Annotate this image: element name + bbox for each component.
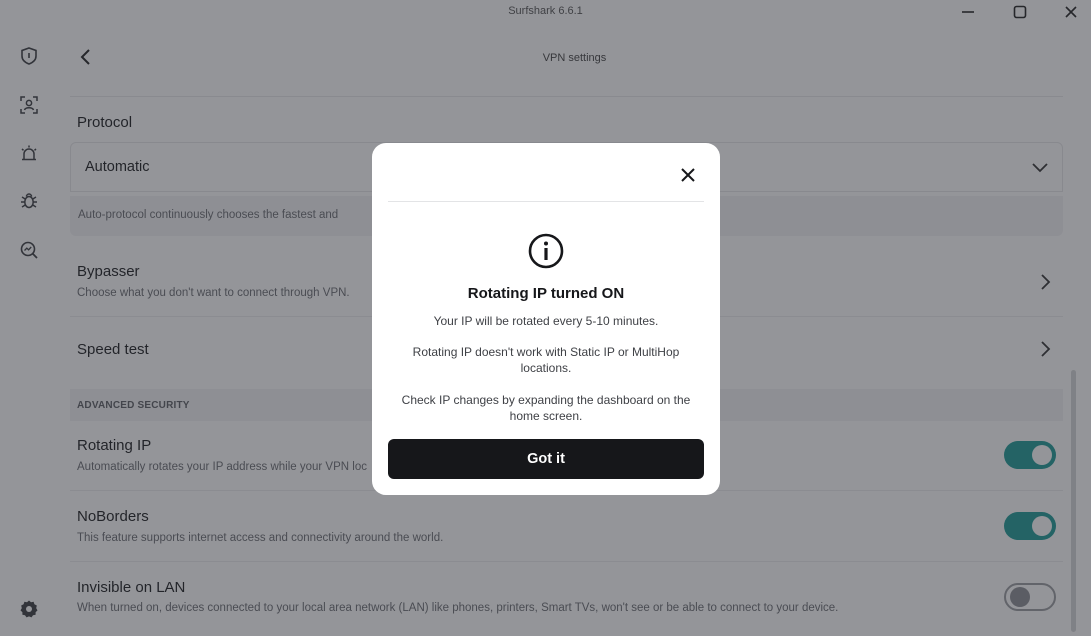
dialog-divider: [388, 201, 704, 202]
dialog-close-button[interactable]: [676, 163, 700, 187]
info-icon: [528, 233, 564, 269]
dialog-text-rotation: Your IP will be rotated every 5-10 minut…: [433, 314, 659, 328]
dialog-title: Rotating IP turned ON: [467, 285, 625, 302]
rotating-ip-dialog: Rotating IP turned ON Your IP will be ro…: [372, 143, 720, 495]
got-it-button[interactable]: Got it: [388, 439, 704, 479]
close-icon: [681, 168, 695, 182]
dialog-text-limitation: Rotating IP doesn't work with Static IP …: [412, 345, 680, 375]
dialog-text-check: Check IP changes by expanding the dashbo…: [401, 393, 691, 423]
